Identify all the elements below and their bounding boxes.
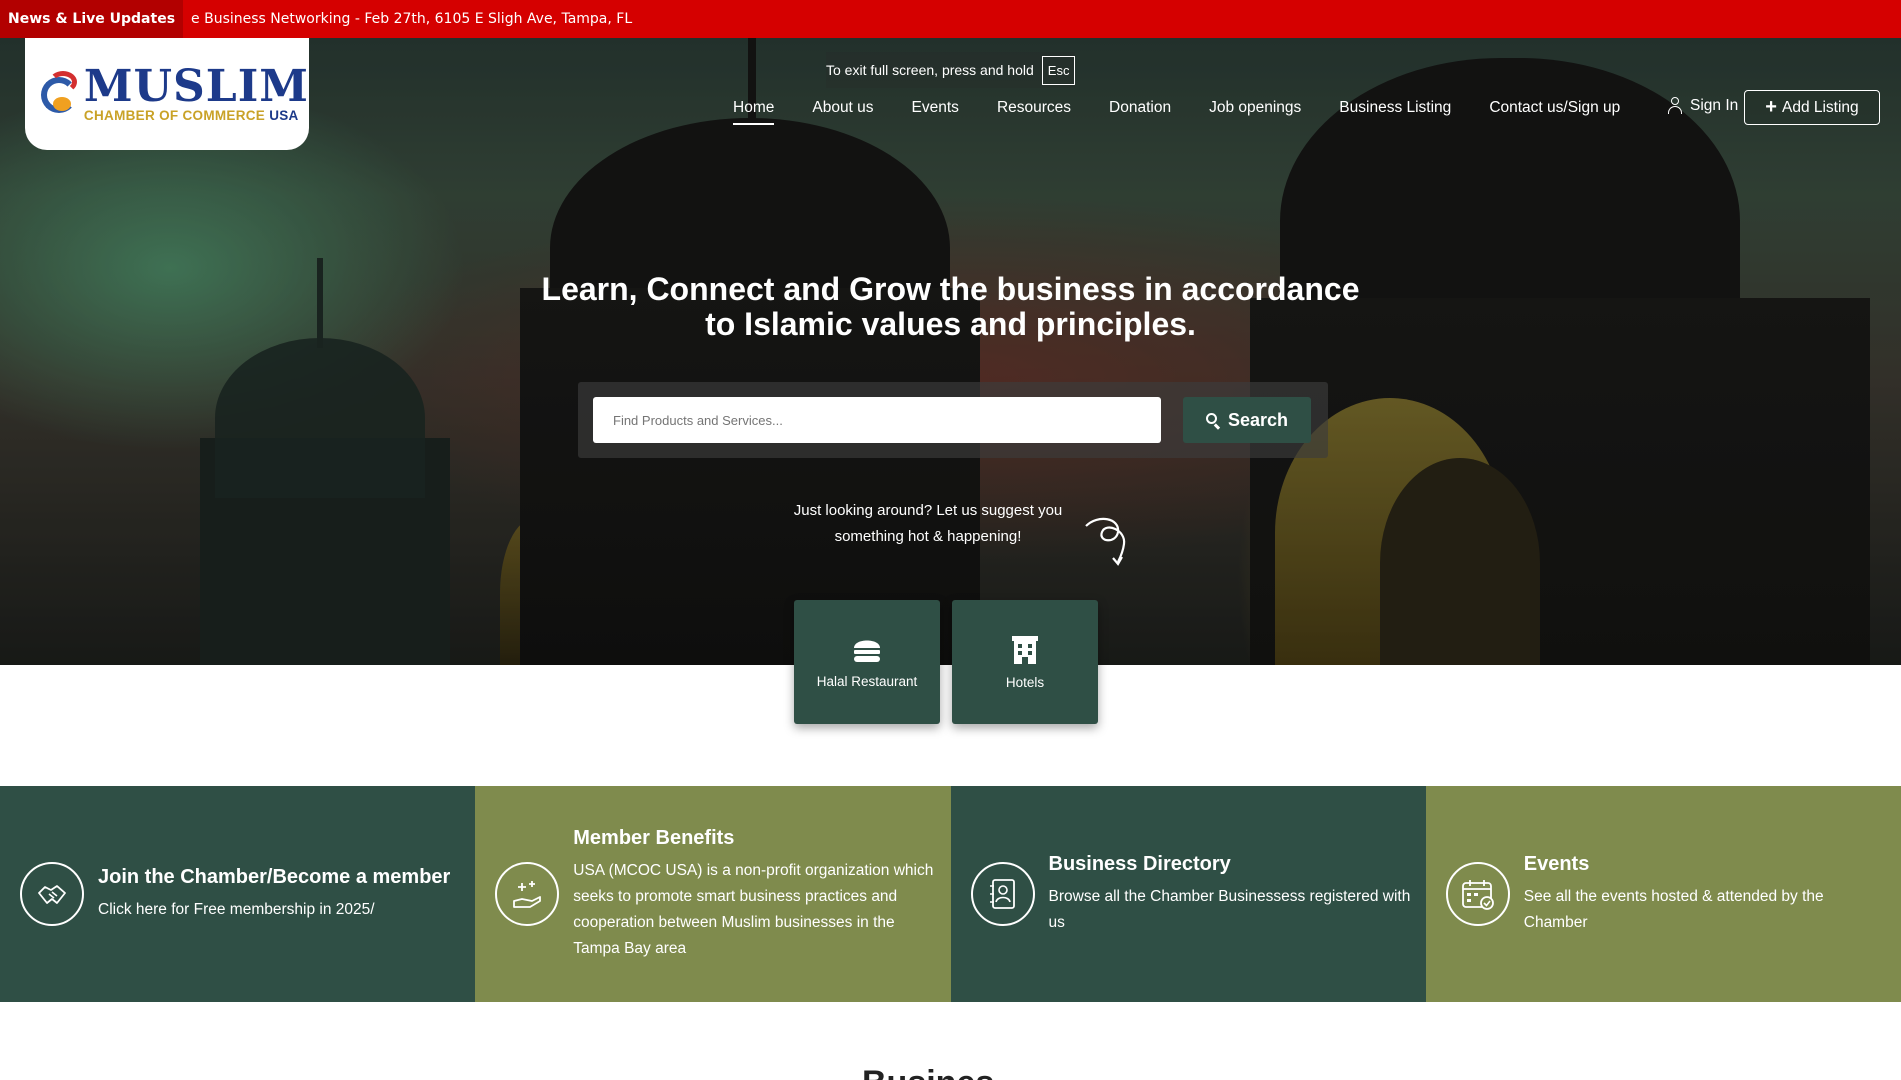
nav-donation[interactable]: Donation (1109, 99, 1171, 117)
feature-band: Join the Chamber/Become a member Click h… (0, 786, 1901, 1002)
search-input[interactable] (593, 397, 1161, 443)
fullscreen-notice-text: To exit full screen, press and hold (826, 62, 1034, 78)
feature-description: Browse all the Chamber Businessess regis… (1048, 887, 1411, 931)
news-ticker: News & Live Updates e Business Networkin… (0, 0, 1901, 38)
section-heading-partial: Busines (862, 1064, 994, 1080)
feature-description: See all the events hosted & attended by … (1523, 887, 1824, 931)
logo-wordmark: MUSLIM (83, 60, 309, 112)
hero-heading-line2: to Islamic values and principles. (705, 306, 1196, 342)
search-button-label: Search (1227, 409, 1289, 430)
nav-about-us[interactable]: About us (812, 99, 873, 117)
user-icon (1667, 97, 1683, 115)
feature-description: Click here for Free membership in 2025/ (98, 900, 375, 918)
fullscreen-exit-notice: To exit full screen, press and hold Esc (826, 52, 1076, 88)
building-icon (1012, 635, 1038, 664)
main-nav: Home About us Events Resources Donation … (733, 96, 1658, 125)
feature-events[interactable]: Events See all the events hosted & atten… (1425, 786, 1901, 1002)
sign-in-link[interactable]: Sign In (1667, 97, 1738, 115)
category-label: Halal Restaurant (816, 673, 918, 689)
nav-resources[interactable]: Resources (997, 99, 1071, 117)
nav-events[interactable]: Events (912, 99, 959, 117)
add-listing-label: Add Listing (1781, 98, 1859, 116)
suggestion-line2: something hot & happening! (834, 528, 1022, 545)
nav-home[interactable]: Home (733, 99, 775, 125)
category-hotels[interactable]: Hotels (952, 600, 1098, 724)
hand-sparkle-icon (495, 862, 560, 926)
nav-job-openings[interactable]: Job openings (1209, 99, 1301, 117)
hero-heading: Learn, Connect and Grow the business in … (0, 272, 1901, 342)
feature-join-chamber[interactable]: Join the Chamber/Become a member Click h… (0, 786, 476, 1002)
ticker-text[interactable]: e Business Networking - Feb 27th, 6105 E… (183, 11, 632, 27)
logo-emblem-icon (39, 69, 78, 119)
search-icon (1205, 413, 1221, 430)
logo-subtitle: CHAMBER OF COMMERCE USA (83, 107, 299, 123)
search-bar: Search (578, 382, 1328, 458)
sign-in-label: Sign In (1690, 97, 1739, 114)
burger-icon (854, 640, 880, 662)
feature-title: Business Directory (1048, 852, 1231, 875)
directory-book-icon (970, 862, 1035, 926)
esc-key-hint: Esc (1041, 55, 1076, 85)
feature-member-benefits[interactable]: Member Benefits USA (MCOC USA) is a non-… (475, 786, 951, 1002)
add-listing-button[interactable]: + Add Listing (1744, 90, 1880, 125)
category-label: Hotels (1005, 674, 1045, 690)
suggestion-text: Just looking around? Let us suggest you … (768, 498, 1088, 550)
calendar-check-icon (1445, 862, 1510, 926)
nav-contact-signup[interactable]: Contact us/Sign up (1489, 99, 1620, 117)
feature-title: Join the Chamber/Become a member (98, 865, 451, 888)
search-button[interactable]: Search (1183, 397, 1311, 443)
site-logo[interactable]: MUSLIM CHAMBER OF COMMERCE USA (25, 38, 309, 150)
category-halal-restaurant[interactable]: Halal Restaurant (794, 600, 940, 724)
feature-business-directory[interactable]: Business Directory Browse all the Chambe… (950, 786, 1426, 1002)
plus-icon: + (1765, 96, 1777, 118)
hero-heading-line1: Learn, Connect and Grow the business in … (541, 271, 1360, 307)
feature-title: Events (1523, 852, 1590, 875)
nav-business-listing[interactable]: Business Listing (1339, 99, 1451, 117)
feature-description: USA (MCOC USA) is a non-profit organizat… (573, 861, 934, 957)
swirl-arrow-icon (1085, 517, 1126, 566)
suggestion-line1: Just looking around? Let us suggest you (793, 502, 1063, 519)
ticker-label: News & Live Updates (0, 0, 184, 38)
handshake-icon (20, 862, 84, 926)
feature-title: Member Benefits (573, 826, 735, 849)
